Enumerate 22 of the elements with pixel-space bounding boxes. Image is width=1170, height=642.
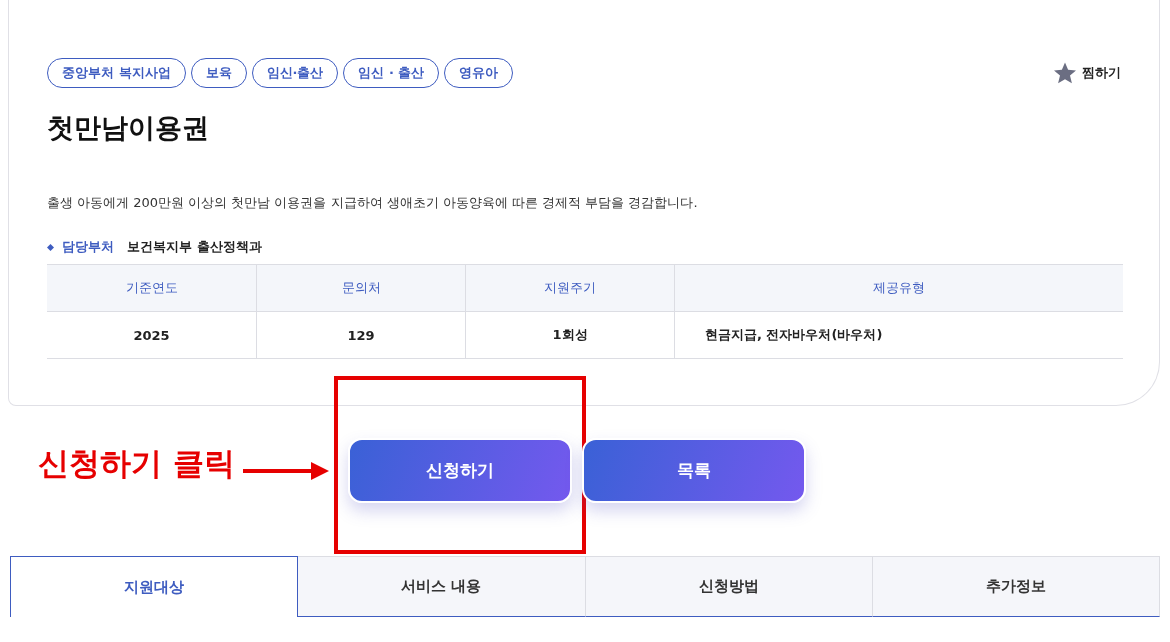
- department-value: 보건복지부 출산정책과: [127, 238, 262, 256]
- diamond-icon: [47, 243, 54, 251]
- tab[interactable]: 신청방법: [585, 556, 873, 617]
- tab[interactable]: 지원대상: [10, 556, 299, 617]
- description: 출생 아동에게 200만원 이상의 첫만남 이용권을 지급하여 생애초기 아동양육에 따른 경제적 부담을 경감합니다.: [47, 194, 699, 212]
- table-cell: 현금지급, 전자바우처(바우처): [674, 312, 1123, 358]
- column-header: 문의처: [256, 265, 465, 311]
- action-button[interactable]: 신청하기: [348, 438, 572, 503]
- column-header: 기준연도: [124, 279, 179, 297]
- tab[interactable]: 서비스 내용: [298, 556, 586, 617]
- tab[interactable]: 추가정보: [872, 556, 1160, 617]
- annotation-text: 신청하기 클릭: [38, 443, 235, 483]
- favorite-button[interactable]: 찜하기: [1053, 61, 1121, 85]
- table-cell: 129: [256, 312, 465, 358]
- page-title: 첫만남이용권: [47, 111, 210, 145]
- action-button[interactable]: 목록: [582, 438, 806, 503]
- table-cell-text: 2025: [132, 326, 171, 345]
- column-header: 지원주기: [465, 265, 674, 311]
- department-label: 담당부처: [62, 238, 114, 256]
- column-header: 제공유형: [674, 265, 1123, 311]
- star-icon: [1053, 61, 1077, 85]
- table-cell: 1회성: [465, 312, 674, 358]
